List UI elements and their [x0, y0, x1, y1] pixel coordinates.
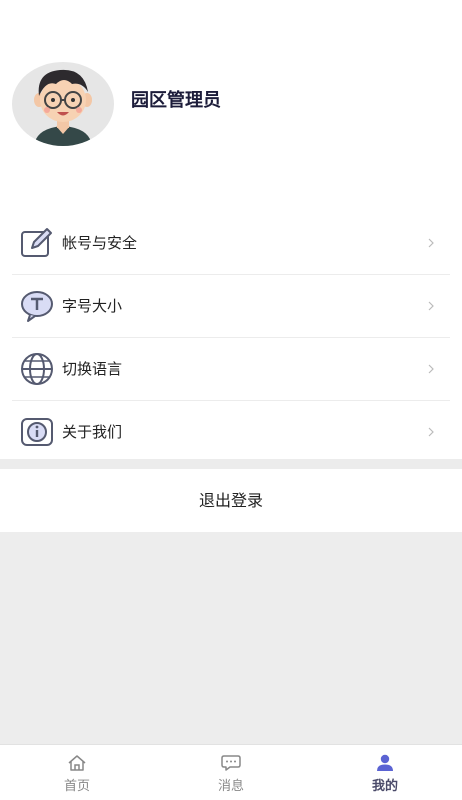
info-icon — [21, 418, 53, 446]
empty-area — [0, 532, 462, 744]
font-size-icon — [21, 291, 53, 322]
tab-home[interactable]: 首页 — [0, 745, 154, 800]
menu-label: 帐号与安全 — [62, 234, 138, 252]
bottom-tab-bar: 首页 消息 我的 — [0, 744, 462, 800]
tab-label: 消息 — [217, 779, 244, 794]
tab-label: 首页 — [63, 779, 90, 794]
menu-label: 字号大小 — [62, 297, 123, 315]
menu-label: 关于我们 — [62, 423, 123, 441]
message-icon — [221, 755, 241, 771]
menu-item-font-size[interactable]: 字号大小 — [12, 275, 450, 338]
edit-icon — [21, 228, 52, 257]
tab-label: 我的 — [371, 779, 398, 794]
user-icon — [377, 754, 393, 771]
home-icon — [68, 755, 86, 771]
profile-name: 园区管理员 — [131, 90, 221, 111]
chevron-right-icon — [428, 238, 434, 248]
menu-item-about-us[interactable]: 关于我们 — [12, 401, 450, 463]
chevron-right-icon — [428, 301, 434, 311]
profile-header: 园区管理员 — [0, 0, 462, 200]
settings-menu: 帐号与安全 字号大小 切换语言 关于我们 — [0, 212, 462, 463]
logout-button[interactable]: 退出登录 — [0, 469, 462, 532]
globe-icon — [21, 353, 53, 385]
menu-label: 切换语言 — [62, 360, 123, 378]
avatar[interactable] — [12, 62, 114, 146]
tab-messages[interactable]: 消息 — [154, 745, 308, 800]
chevron-right-icon — [428, 364, 434, 374]
section-divider — [0, 459, 462, 469]
tab-mine[interactable]: 我的 — [308, 745, 462, 800]
chevron-right-icon — [428, 427, 434, 437]
menu-item-switch-language[interactable]: 切换语言 — [12, 338, 450, 401]
menu-item-account-security[interactable]: 帐号与安全 — [12, 212, 450, 275]
